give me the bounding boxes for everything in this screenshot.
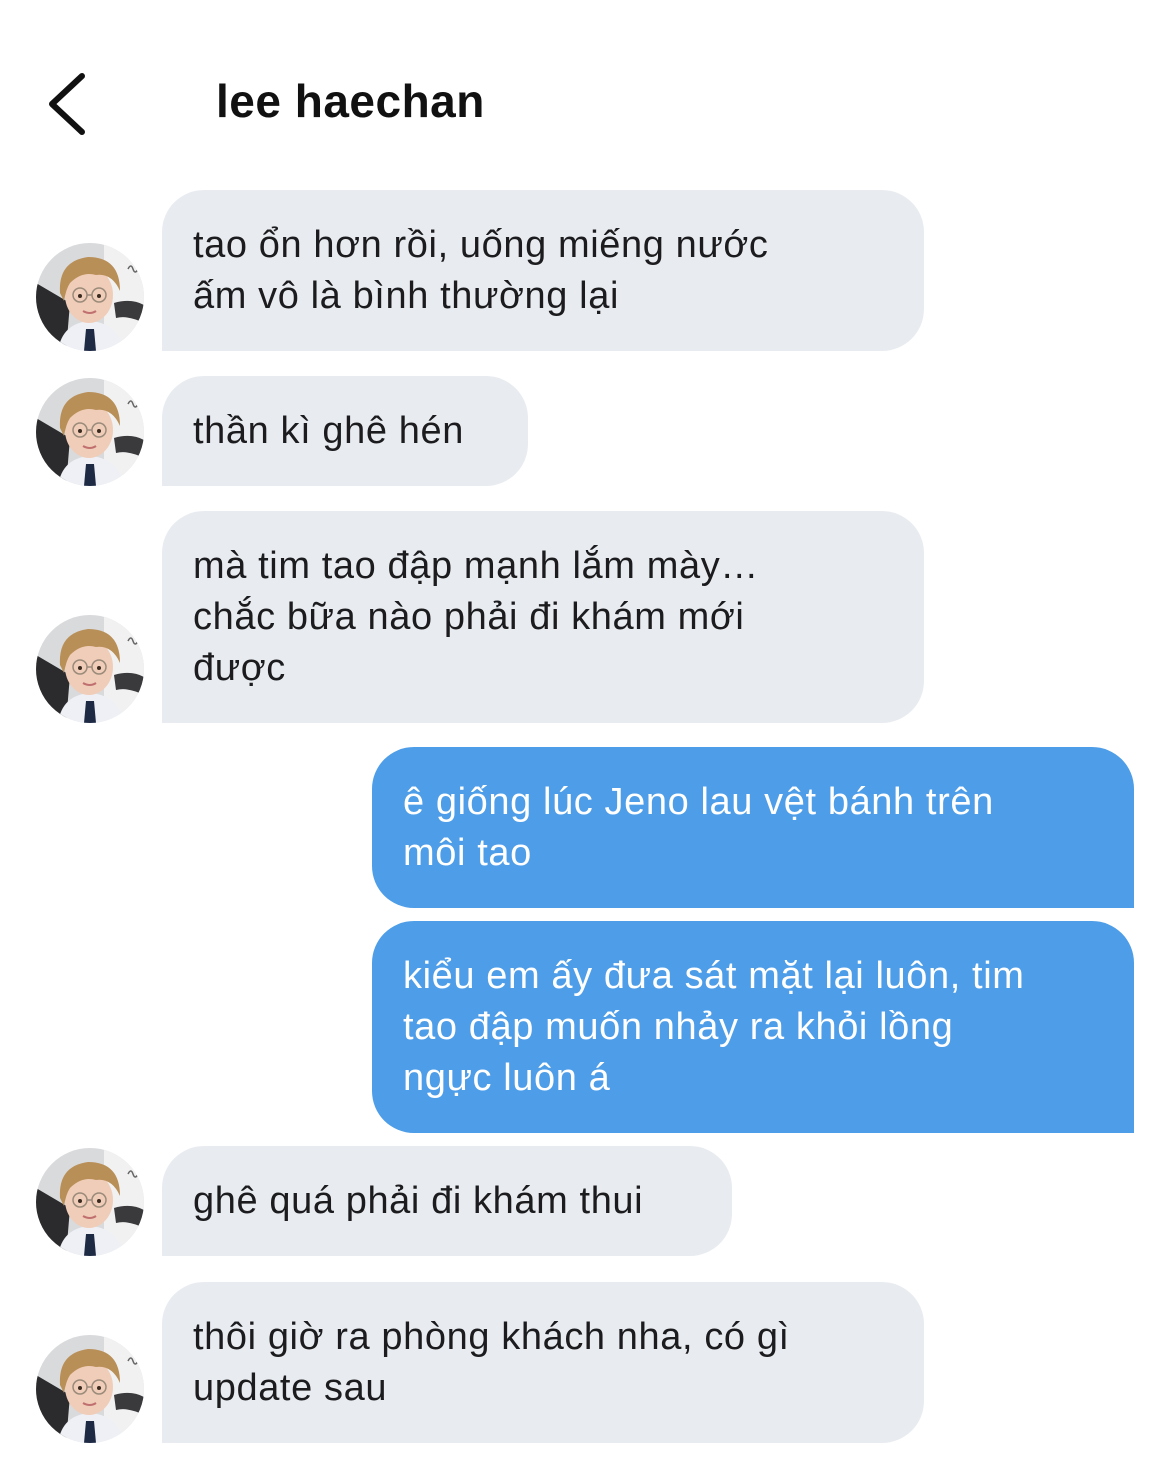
contact-avatar[interactable] [36, 1148, 144, 1256]
message-text: ê giống lúc Jeno lau vệt bánh trên môi t… [403, 780, 994, 874]
contact-name: lee haechan [216, 75, 485, 127]
message-bubble-sent[interactable]: ê giống lúc Jeno lau vệt bánh trên môi t… [372, 747, 1134, 908]
contact-avatar[interactable] [36, 1335, 144, 1443]
message-bubble-received[interactable]: mà tim tao đập mạnh lắm mày… chắc bữa nà… [162, 511, 924, 723]
message-text: mà tim tao đập mạnh lắm mày… chắc bữa nà… [193, 544, 759, 689]
message-text: tao ổn hơn rồi, uống miếng nước ấm vô là… [193, 223, 769, 317]
message-bubble-received[interactable]: thôi giờ ra phòng khách nha, có gì updat… [162, 1282, 924, 1443]
message-text: ghê quá phải đi khám thui [193, 1179, 644, 1222]
message-bubble-received[interactable]: thần kì ghê hén [162, 376, 528, 486]
contact-avatar[interactable] [36, 378, 144, 486]
contact-avatar[interactable] [36, 615, 144, 723]
message-text: thôi giờ ra phòng khách nha, có gì updat… [193, 1315, 790, 1409]
message-text: kiểu em ấy đưa sát mặt lại luôn, tim tao… [403, 954, 1025, 1099]
message-bubble-received[interactable]: ghê quá phải đi khám thui [162, 1146, 732, 1256]
chat-header: lee haechan [0, 0, 1169, 160]
chevron-left-icon [49, 73, 85, 135]
contact-avatar[interactable] [36, 243, 144, 351]
back-button[interactable] [38, 66, 98, 142]
message-bubble-received[interactable]: tao ổn hơn rồi, uống miếng nước ấm vô là… [162, 190, 924, 351]
message-text: thần kì ghê hén [193, 409, 464, 452]
message-bubble-sent[interactable]: kiểu em ấy đưa sát mặt lại luôn, tim tao… [372, 921, 1134, 1133]
